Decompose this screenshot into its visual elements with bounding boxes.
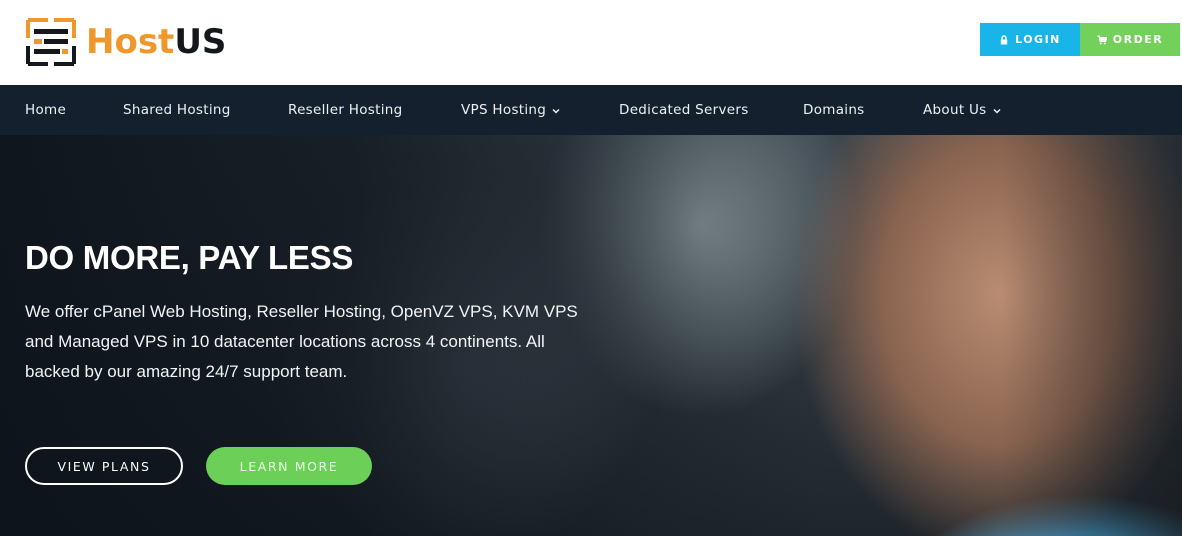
- brand-name-us: US: [174, 22, 227, 62]
- nav-item-label: Dedicated Servers: [619, 102, 749, 118]
- nav-item-label: Reseller Hosting: [288, 102, 403, 118]
- chevron-down-icon: [993, 108, 1001, 114]
- nav-item-label: VPS Hosting: [461, 102, 547, 118]
- nav-item-label: Domains: [803, 102, 865, 118]
- nav-item-domains[interactable]: Domains: [803, 85, 865, 135]
- nav-item-dedicated-servers[interactable]: Dedicated Servers: [619, 85, 749, 135]
- nav-item-vps-hosting[interactable]: VPS Hosting: [461, 85, 561, 135]
- nav-item-shared-hosting[interactable]: Shared Hosting: [123, 85, 231, 135]
- hero-background-photo: [1002, 135, 1182, 536]
- server-rack-logo-icon: [26, 18, 76, 66]
- nav-item-about-us[interactable]: About Us: [923, 85, 1002, 135]
- hero-title: DO MORE, PAY LESS: [25, 239, 354, 276]
- login-label: LOGIN: [1015, 33, 1061, 46]
- site-header: HostUS LOGIN ORDER: [0, 0, 1182, 85]
- nav-item-label: Home: [25, 102, 67, 118]
- nav-item-label: About Us: [923, 102, 987, 118]
- hero-banner: DO MORE, PAY LESS We offer cPanel Web Ho…: [0, 135, 1182, 536]
- brand-name: HostUS: [86, 25, 226, 59]
- order-label: ORDER: [1112, 33, 1164, 46]
- login-button[interactable]: LOGIN: [980, 23, 1080, 56]
- brand-name-host: Host: [86, 22, 175, 62]
- learn-more-button[interactable]: LEARN MORE: [206, 447, 372, 485]
- view-plans-label: VIEW PLANS: [57, 458, 151, 474]
- account-buttons: LOGIN ORDER: [980, 23, 1180, 56]
- hero-description: We offer cPanel Web Hosting, Reseller Ho…: [25, 302, 578, 381]
- chevron-down-icon: [552, 108, 560, 114]
- main-nav: Home Shared Hosting Reseller Hosting VPS…: [0, 85, 1182, 135]
- learn-more-label: LEARN MORE: [239, 458, 339, 474]
- order-button[interactable]: ORDER: [1080, 23, 1180, 56]
- brand-logo[interactable]: HostUS: [24, 16, 226, 68]
- lock-icon: [1000, 34, 1008, 44]
- nav-item-label: Shared Hosting: [123, 102, 231, 118]
- nav-item-reseller-hosting[interactable]: Reseller Hosting: [288, 85, 402, 135]
- cart-icon: [1097, 35, 1107, 44]
- view-plans-button[interactable]: VIEW PLANS: [25, 447, 183, 485]
- nav-item-home[interactable]: Home: [25, 85, 66, 135]
